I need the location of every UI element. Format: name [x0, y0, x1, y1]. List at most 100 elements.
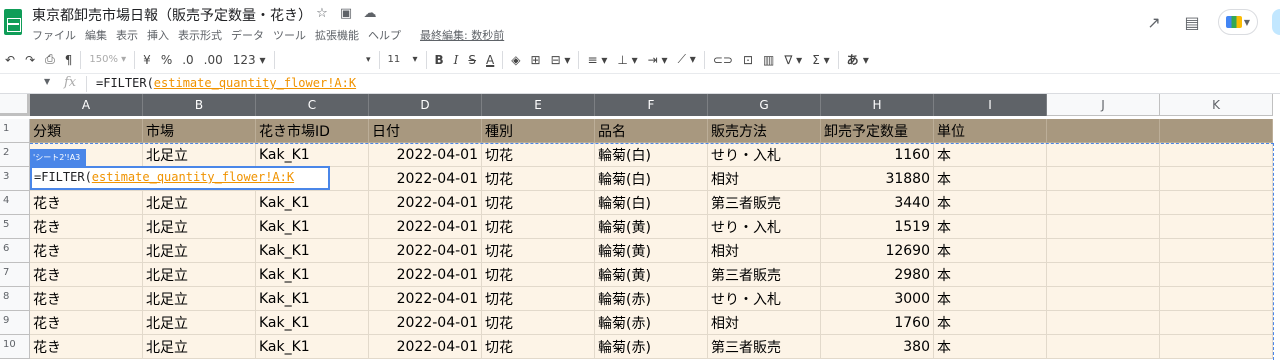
data-cell[interactable]	[1160, 335, 1273, 359]
row-header-10[interactable]: 10	[0, 335, 30, 359]
data-cell[interactable]: 本	[934, 335, 1047, 359]
menu-view[interactable]: 表示	[116, 27, 138, 43]
data-cell[interactable]: Kak_K1	[256, 287, 369, 311]
data-cell[interactable]: 花き	[30, 239, 143, 263]
header-cell[interactable]: 種別	[482, 119, 595, 143]
insert-link-icon[interactable]: ⊂⊃	[708, 49, 738, 71]
decrease-decimal-button[interactable]: .0	[177, 49, 198, 71]
data-cell[interactable]: 花き	[30, 263, 143, 287]
data-cell[interactable]: 切花	[482, 239, 595, 263]
data-cell[interactable]: せり・入札	[708, 287, 821, 311]
data-cell[interactable]: 相対	[708, 239, 821, 263]
star-icon[interactable]: ☆	[314, 6, 330, 21]
data-cell[interactable]: せり・入札	[708, 215, 821, 239]
header-cell[interactable]: 市場	[143, 119, 256, 143]
data-cell[interactable]: 切花	[482, 191, 595, 215]
header-cell[interactable]: 単位	[934, 119, 1047, 143]
header-cell[interactable]: 卸売予定数量	[821, 119, 934, 143]
column-header-g[interactable]: G	[708, 94, 821, 116]
data-cell[interactable]: Kak_K1	[256, 239, 369, 263]
menu-data[interactable]: データ	[231, 27, 264, 43]
column-header-b[interactable]: B	[143, 94, 256, 116]
spreadsheet-grid[interactable]: A B C D E F G H I J K 1 分類 市場 花き市場ID 日付 種別 品名 販売方法 卸売予定数量 単位…	[0, 94, 1280, 360]
data-cell[interactable]	[1160, 215, 1273, 239]
increase-decimal-button[interactable]: .00	[199, 49, 228, 71]
data-cell[interactable]: 切花	[482, 335, 595, 359]
data-cell[interactable]	[1047, 191, 1160, 215]
row-header-8[interactable]: 8	[0, 287, 30, 311]
data-cell[interactable]: 380	[821, 335, 934, 359]
row-header-1[interactable]: 1	[0, 119, 30, 143]
menu-edit[interactable]: 編集	[85, 27, 107, 43]
data-cell[interactable]: 輪菊(赤)	[595, 335, 708, 359]
data-cell[interactable]: 2022-04-01	[369, 167, 482, 191]
meet-button[interactable]: ▼	[1218, 9, 1258, 35]
data-cell[interactable]	[1047, 263, 1160, 287]
data-cell[interactable]: 北足立	[143, 191, 256, 215]
name-box-dropdown-icon[interactable]: ▼	[44, 77, 50, 86]
header-cell[interactable]: 花き市場ID	[256, 119, 369, 143]
number-format-select[interactable]: 123 ▾	[228, 49, 271, 71]
activity-trend-icon[interactable]: ↗	[1142, 13, 1166, 32]
text-color-button[interactable]: A	[481, 49, 499, 71]
data-cell[interactable]: 2980	[821, 263, 934, 287]
menu-file[interactable]: ファイル	[32, 27, 76, 43]
data-cell[interactable]: 花き	[30, 287, 143, 311]
column-header-f[interactable]: F	[595, 94, 708, 116]
header-cell[interactable]: 日付	[369, 119, 482, 143]
share-button[interactable]	[1272, 9, 1280, 35]
menu-extensions[interactable]: 拡張機能	[315, 27, 359, 43]
data-cell[interactable]	[1047, 239, 1160, 263]
data-cell[interactable]: 切花	[482, 287, 595, 311]
print-icon[interactable]: ⎙	[40, 49, 60, 71]
column-header-h[interactable]: H	[821, 94, 934, 116]
data-cell[interactable]: 輪菊(白)	[595, 143, 708, 167]
data-cell[interactable]: 輪菊(黄)	[595, 239, 708, 263]
data-cell[interactable]: 3000	[821, 287, 934, 311]
data-cell[interactable]: 花き	[30, 311, 143, 335]
data-cell[interactable]: 北足立	[143, 311, 256, 335]
column-header-c[interactable]: C	[256, 94, 369, 116]
currency-button[interactable]: ¥	[138, 49, 156, 71]
data-cell[interactable]: 2022-04-01	[369, 287, 482, 311]
column-header-j[interactable]: J	[1047, 94, 1160, 116]
data-cell[interactable]: Kak_K1	[256, 263, 369, 287]
fill-color-icon[interactable]: ◈	[506, 49, 525, 71]
data-cell[interactable]: 2022-04-01	[369, 263, 482, 287]
data-cell[interactable]: 第三者販売	[708, 335, 821, 359]
data-cell[interactable]: 2022-04-01	[369, 143, 482, 167]
insert-comment-icon[interactable]: ⊡	[738, 49, 758, 71]
data-cell[interactable]: 相対	[708, 311, 821, 335]
row-header-9[interactable]: 9	[0, 311, 30, 335]
column-header-i[interactable]: I	[934, 94, 1047, 116]
row-header-3[interactable]: 3	[0, 167, 30, 191]
input-tools-button[interactable]: あ ▾	[842, 49, 874, 71]
data-cell[interactable]	[1160, 143, 1273, 167]
font-family-select[interactable]: ▾	[278, 49, 376, 71]
data-cell[interactable]: 輪菊(赤)	[595, 287, 708, 311]
insert-chart-icon[interactable]: ▥	[758, 49, 779, 71]
row-header-5[interactable]: 5	[0, 215, 30, 239]
comments-icon[interactable]: ▤	[1180, 13, 1204, 32]
cloud-status-icon[interactable]: ☁	[362, 6, 378, 21]
data-cell[interactable]: 輪菊(白)	[595, 167, 708, 191]
data-cell[interactable]: 輪菊(黄)	[595, 263, 708, 287]
menu-format[interactable]: 表示形式	[178, 27, 222, 43]
data-cell[interactable]: 1760	[821, 311, 934, 335]
data-cell[interactable]	[1160, 263, 1273, 287]
redo-icon[interactable]: ↷	[20, 49, 40, 71]
data-cell[interactable]: 輪菊(黄)	[595, 215, 708, 239]
move-folder-icon[interactable]: ▣	[338, 6, 354, 21]
data-cell[interactable]: 輪菊(白)	[595, 191, 708, 215]
row-header-6[interactable]: 6	[0, 239, 30, 263]
data-cell[interactable]: 相対	[708, 167, 821, 191]
text-rotation-icon[interactable]: ⟋ ▾	[673, 49, 701, 71]
data-cell[interactable]	[1047, 287, 1160, 311]
sheets-logo-icon[interactable]	[4, 9, 22, 35]
column-header-a[interactable]: A	[30, 94, 143, 116]
row-header-2[interactable]: 2	[0, 143, 30, 167]
bold-button[interactable]: B	[430, 49, 449, 71]
data-cell[interactable]: 1519	[821, 215, 934, 239]
data-cell[interactable]: 切花	[482, 143, 595, 167]
header-cell[interactable]	[1160, 119, 1273, 143]
